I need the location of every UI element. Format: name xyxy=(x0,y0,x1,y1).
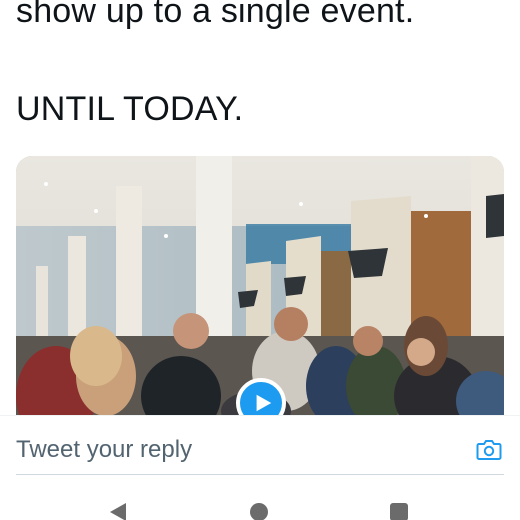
system-nav-bar xyxy=(0,476,520,520)
play-icon xyxy=(256,394,272,412)
reply-divider xyxy=(16,474,504,475)
video-thumbnail[interactable] xyxy=(16,156,504,418)
tweet-text-line-1: show up to a single event. xyxy=(16,0,415,30)
tweet-text-line-2: UNTIL TODAY. xyxy=(16,90,244,128)
reply-input[interactable]: Tweet your reply xyxy=(16,436,192,464)
recents-square-icon[interactable] xyxy=(390,503,408,520)
home-circle-icon[interactable] xyxy=(250,503,268,520)
camera-icon[interactable] xyxy=(476,438,502,462)
back-triangle-icon[interactable] xyxy=(110,503,126,520)
reply-composer: Tweet your reply xyxy=(0,415,520,475)
